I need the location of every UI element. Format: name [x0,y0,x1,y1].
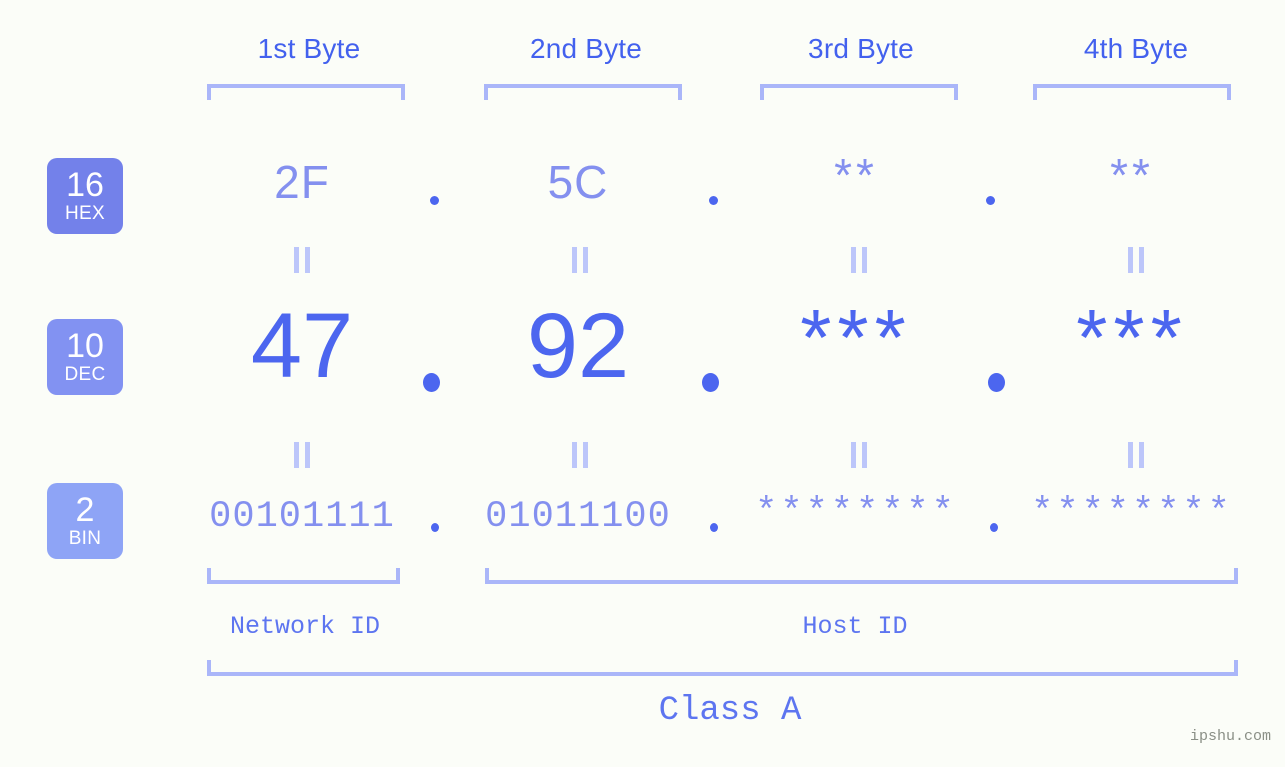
bin-separator-dot-1 [431,523,439,532]
dec-byte-3-value: *** [800,293,912,382]
hex-separator-dot-1 [430,196,439,205]
equals-mark-hex-dec-1 [294,247,310,273]
dec-byte-1-value: 47 [250,295,354,397]
host-id-label: Host ID [802,612,908,641]
equals-mark-hex-dec-3 [851,247,867,273]
badge-dec-number: 10 [66,327,104,366]
dec-separator-dot-3 [988,373,1005,392]
byte-header-1: 1st Byte [257,33,361,64]
byte-header-2: 2nd Byte [529,33,643,64]
bin-byte-3-value: ******** [755,492,957,534]
host-id-bracket [485,568,1238,584]
byte-header-4: 4th Byte [1083,33,1189,64]
hex-byte-3-value: ** [834,149,878,201]
class-label: Class A [658,692,802,730]
equals-mark-dec-bin-2 [572,442,588,468]
dec-separator-dot-2 [702,373,719,392]
equals-mark-hex-dec-4 [1128,247,1144,273]
bin-byte-1-value: 00101111 [209,496,395,538]
byte-bracket-1 [207,84,405,100]
byte-bracket-3 [760,84,958,100]
bin-separator-dot-2 [710,523,718,532]
badge-hex-number: 16 [66,166,104,205]
byte-header-3: 3rd Byte [808,33,914,64]
badge-hex: 16 HEX [47,158,123,234]
watermark: ipshu.com [1189,728,1271,745]
badge-dec: 10 DEC [47,319,123,395]
hex-byte-1-value: 2F [274,156,330,208]
dec-byte-2-value: 92 [526,295,630,397]
class-bracket [207,660,1238,676]
network-id-bracket [207,568,400,584]
ip-breakdown-diagram: 1st Byte 2nd Byte 3rd Byte 4th Byte 16 H… [0,0,1285,767]
badge-bin-name: BIN [68,527,102,549]
dec-separator-dot-1 [423,373,440,392]
hex-byte-4-value: ** [1110,149,1154,201]
byte-bracket-4 [1033,84,1231,100]
bin-byte-2-value: 01011100 [485,496,671,538]
hex-separator-dot-3 [986,196,995,205]
badge-bin-number: 2 [75,491,95,530]
badge-bin: 2 BIN [47,483,123,559]
bin-byte-4-value: ******** [1031,492,1233,534]
hex-separator-dot-2 [709,196,718,205]
hex-byte-2-value: 5C [547,156,609,208]
bin-separator-dot-3 [990,523,998,532]
equals-mark-hex-dec-2 [572,247,588,273]
badge-hex-name: HEX [65,202,105,224]
byte-bracket-2 [484,84,682,100]
badge-dec-name: DEC [64,363,106,385]
equals-mark-dec-bin-4 [1128,442,1144,468]
equals-mark-dec-bin-1 [294,442,310,468]
equals-mark-dec-bin-3 [851,442,867,468]
dec-byte-4-value: *** [1076,293,1188,382]
network-id-label: Network ID [229,612,381,641]
